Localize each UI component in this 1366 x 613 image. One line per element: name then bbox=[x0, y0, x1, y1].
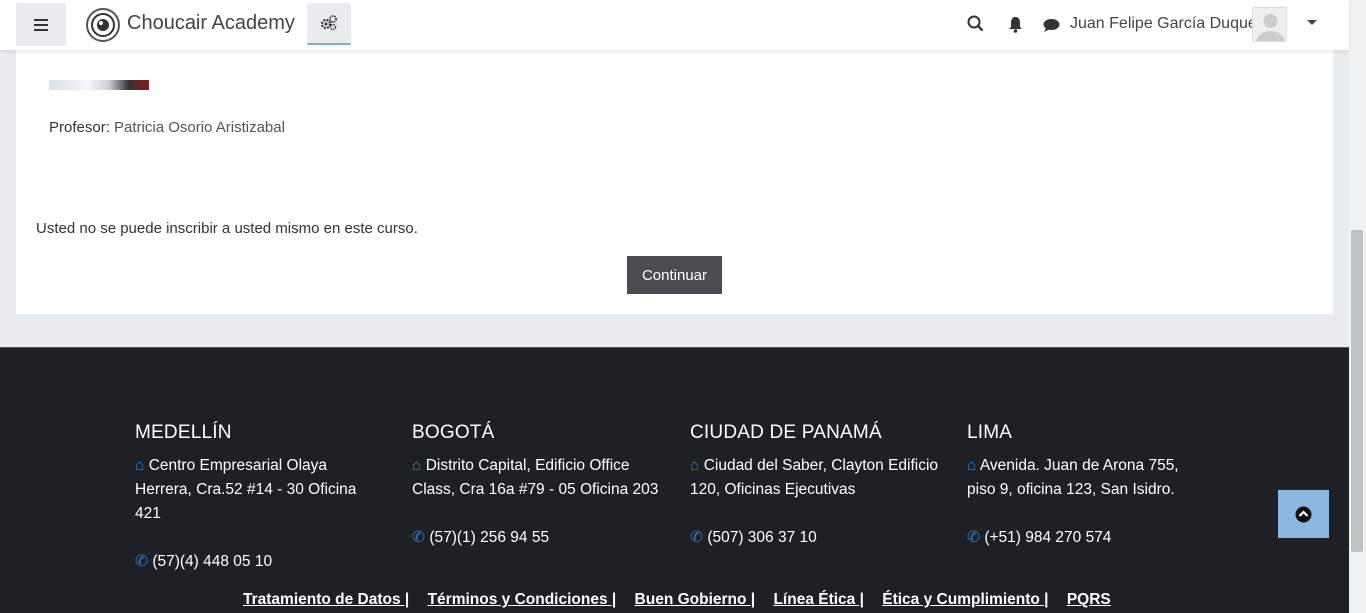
phone-icon: ✆ bbox=[412, 529, 425, 546]
settings-button[interactable] bbox=[307, 3, 351, 45]
teacher-line: Profesor: Patricia Osorio Aristizabal bbox=[49, 119, 285, 136]
search-icon[interactable] bbox=[967, 15, 984, 32]
bell-icon[interactable] bbox=[1008, 16, 1023, 33]
back-to-top-button[interactable] bbox=[1278, 490, 1329, 538]
office-phone: ✆ (57)(4) 448 05 10 bbox=[135, 550, 385, 574]
office-address-text: Avenida. Juan de Arona 755, piso 9, ofic… bbox=[967, 457, 1179, 498]
office-bogota: BOGOTÁ ⌂ Distrito Capital, Edificio Offi… bbox=[412, 422, 662, 550]
user-name[interactable]: Juan Felipe García Duque bbox=[1070, 15, 1257, 33]
office-address: ⌂ Distrito Capital, Edificio Office Clas… bbox=[412, 454, 662, 502]
office-address-text: Centro Empresarial Olaya Herrera, Cra.52… bbox=[135, 457, 357, 522]
office-phone-text: (57)(1) 256 94 55 bbox=[429, 529, 550, 546]
office-address: ⌂ Centro Empresarial Olaya Herrera, Cra.… bbox=[135, 454, 385, 526]
office-city: CIUDAD DE PANAMÁ bbox=[690, 422, 882, 443]
scrollbar-thumb[interactable] bbox=[1351, 230, 1363, 552]
continue-button[interactable]: Continuar bbox=[627, 256, 722, 294]
office-phone: ✆ (+51) 984 270 574 bbox=[967, 526, 1197, 550]
office-phone: ✆ (57)(1) 256 94 55 bbox=[412, 526, 662, 550]
settings-icon bbox=[320, 15, 337, 31]
office-address: ⌂ Ciudad del Saber, Clayton Edificio 120… bbox=[690, 454, 940, 502]
office-phone-text: (+51) 984 270 574 bbox=[984, 529, 1112, 546]
teacher-label: Profesor: bbox=[49, 119, 115, 136]
office-medellin: MEDELLÍN ⌂ Centro Empresarial Olaya Herr… bbox=[135, 422, 385, 574]
home-icon: ⌂ bbox=[967, 457, 977, 474]
office-panama: CIUDAD DE PANAMÁ ⌂ Ciudad del Saber, Cla… bbox=[690, 422, 940, 550]
office-city: BOGOTÁ bbox=[412, 422, 495, 443]
menu-toggle-button[interactable] bbox=[16, 3, 66, 46]
avatar[interactable] bbox=[1252, 7, 1287, 42]
link-tratamiento-datos[interactable]: Tratamiento de Datos | bbox=[243, 591, 409, 608]
home-icon: ⌂ bbox=[690, 457, 700, 474]
office-phone-text: (57)(4) 448 05 10 bbox=[152, 553, 273, 570]
top-navbar: Choucair Academy Juan Felipe García Duqu… bbox=[0, 0, 1349, 50]
link-terminos[interactable]: Términos y Condiciones | bbox=[428, 591, 617, 608]
enrol-notice: Usted no se puede inscribir a usted mism… bbox=[36, 220, 418, 237]
footer-links: Tratamiento de Datos | Términos y Condic… bbox=[243, 591, 1125, 609]
course-card: Profesor: Patricia Osorio Aristizabal Us… bbox=[16, 30, 1333, 314]
phone-icon: ✆ bbox=[135, 553, 148, 570]
arrow-up-circle-icon bbox=[1295, 506, 1312, 522]
course-image bbox=[49, 80, 149, 90]
link-linea-etica[interactable]: Línea Ética | bbox=[773, 591, 863, 608]
office-lima: LIMA ⌂ Avenida. Juan de Arona 755, piso … bbox=[967, 422, 1197, 550]
home-icon: ⌂ bbox=[412, 457, 422, 474]
link-pqrs[interactable]: PQRS bbox=[1067, 591, 1111, 608]
site-footer: MEDELLÍN ⌂ Centro Empresarial Olaya Herr… bbox=[0, 347, 1349, 613]
logo-icon[interactable] bbox=[86, 8, 120, 42]
office-address-text: Distrito Capital, Edificio Office Class,… bbox=[412, 457, 659, 498]
teacher-link[interactable]: Patricia Osorio Aristizabal bbox=[114, 119, 285, 136]
menu-icon bbox=[34, 18, 48, 31]
office-phone: ✆ (507) 306 37 10 bbox=[690, 526, 940, 550]
phone-icon: ✆ bbox=[690, 529, 703, 546]
caret-down-icon[interactable] bbox=[1307, 20, 1317, 25]
site-brand[interactable]: Choucair Academy bbox=[127, 12, 295, 35]
office-phone-text: (507) 306 37 10 bbox=[707, 529, 817, 546]
office-address: ⌂ Avenida. Juan de Arona 755, piso 9, of… bbox=[967, 454, 1197, 502]
office-city: MEDELLÍN bbox=[135, 422, 232, 443]
chat-icon[interactable] bbox=[1043, 18, 1060, 33]
office-address-text: Ciudad del Saber, Clayton Edificio 120, … bbox=[690, 457, 939, 498]
home-icon: ⌂ bbox=[135, 457, 145, 474]
link-etica-cumplimiento[interactable]: Ética y Cumplimiento | bbox=[882, 591, 1048, 608]
office-city: LIMA bbox=[967, 422, 1013, 443]
phone-icon: ✆ bbox=[967, 529, 980, 546]
link-buen-gobierno[interactable]: Buen Gobierno | bbox=[635, 591, 756, 608]
